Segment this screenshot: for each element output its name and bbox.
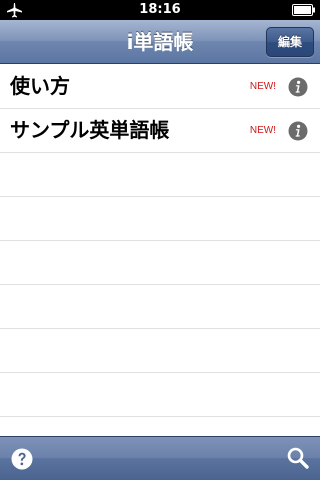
empty-row xyxy=(0,417,320,436)
toolbar xyxy=(0,436,320,480)
status-bar: 18:16 xyxy=(0,0,320,20)
info-icon[interactable] xyxy=(288,121,308,141)
empty-row xyxy=(0,197,320,241)
status-time: 18:16 xyxy=(139,2,181,17)
list-item-title: 使い方 xyxy=(10,74,70,98)
search-icon[interactable] xyxy=(287,447,309,469)
empty-row xyxy=(0,285,320,329)
list-item-title: サンプル英単語帳 xyxy=(10,118,170,142)
empty-row xyxy=(0,329,320,373)
empty-row xyxy=(0,373,320,417)
navigation-bar: i単語帳 編集 xyxy=(0,20,320,64)
edit-button[interactable]: 編集 xyxy=(266,27,314,57)
help-icon[interactable] xyxy=(11,448,33,470)
new-badge: NEW! xyxy=(249,125,276,136)
list-item[interactable]: サンプル英単語帳 NEW! xyxy=(0,109,320,153)
new-badge: NEW! xyxy=(249,81,276,92)
empty-row xyxy=(0,153,320,197)
list: 使い方 NEW! サンプル英単語帳 NEW! xyxy=(0,65,320,436)
battery-icon xyxy=(292,4,315,16)
list-item[interactable]: 使い方 NEW! xyxy=(0,65,320,109)
info-icon[interactable] xyxy=(288,77,308,97)
page-title: i単語帳 xyxy=(126,30,194,54)
empty-row xyxy=(0,241,320,285)
